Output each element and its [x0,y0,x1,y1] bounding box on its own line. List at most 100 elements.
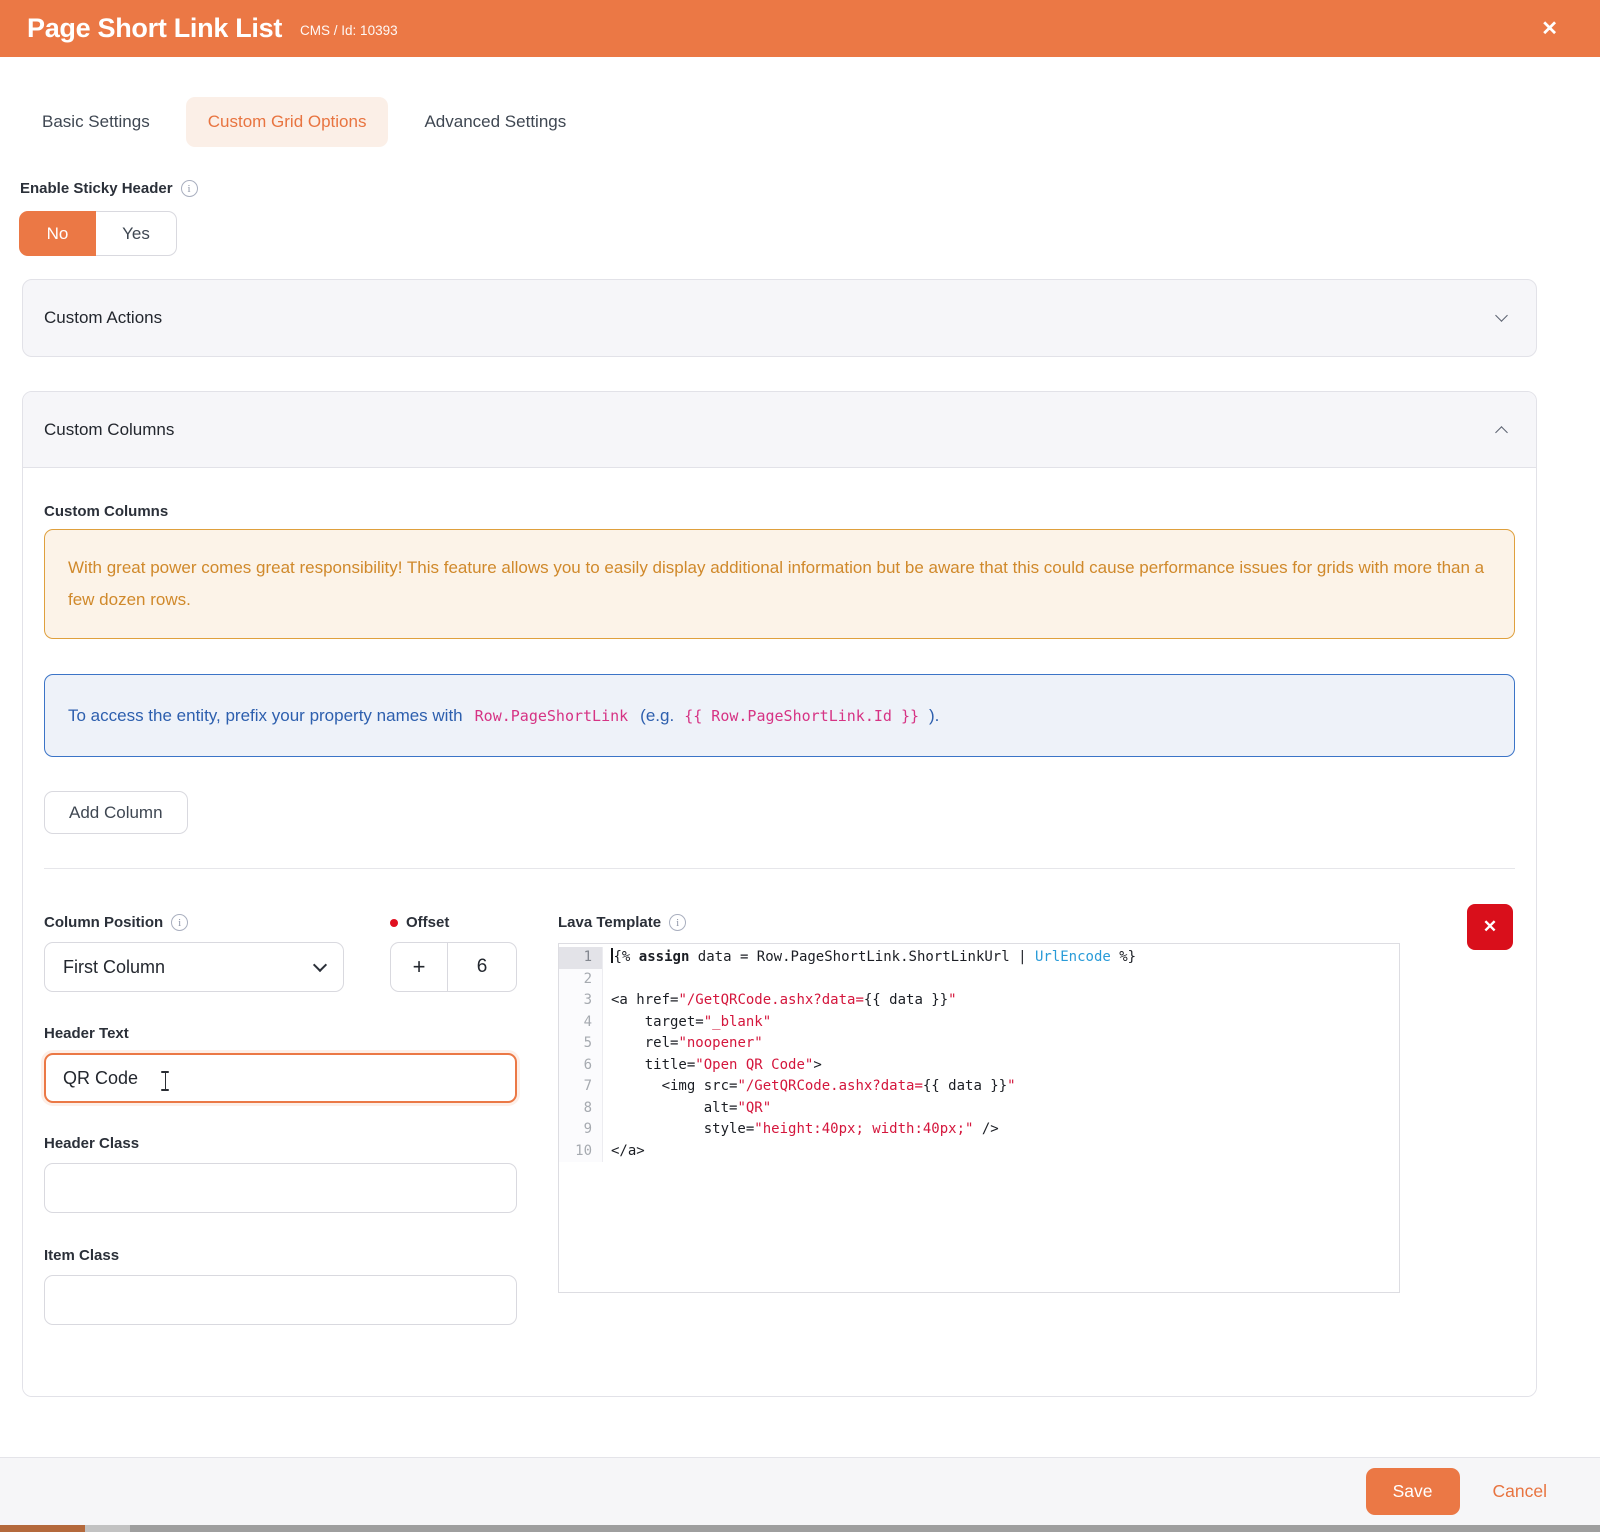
code-line[interactable]: 10</a> [559,1141,1399,1163]
line-number: 8 [559,1098,603,1120]
code-line[interactable]: 9 style="height:40px; width:40px;" /> [559,1119,1399,1141]
item-class-group: Item Class [44,1247,517,1325]
code-text: target="_blank" [603,1012,771,1034]
code-line[interactable]: 4 target="_blank" [559,1012,1399,1034]
line-number: 10 [559,1141,603,1163]
info-alert-prefix: To access the entity, prefix your proper… [68,706,463,726]
code-text: rel="noopener" [603,1033,763,1055]
line-number: 9 [559,1119,603,1141]
info-alert-middle: (e.g. [640,706,674,726]
custom-columns-section-label: Custom Columns [44,503,1515,520]
code-line[interactable]: 7 <img src="/GetQRCode.ashx?data={{ data… [559,1076,1399,1098]
chevron-down-icon [1495,309,1508,322]
header-class-input[interactable] [44,1163,517,1213]
cancel-button[interactable]: Cancel [1493,1481,1547,1502]
column-fields: Column Position First Column [44,914,517,1325]
custom-actions-panel-header[interactable]: Custom Actions [22,279,1537,357]
line-number: 7 [559,1076,603,1098]
delete-x-icon: ✕ [1483,917,1497,937]
enable-sticky-header-label-row: Enable Sticky Header [20,180,1600,197]
code-text: <a href="/GetQRCode.ashx?data={{ data }}… [603,990,957,1012]
header-text-label: Header Text [44,1025,129,1042]
toggle-option-yes[interactable]: Yes [96,211,177,256]
modal-header: Page Short Link List CMS / Id: 10393 ✕ [0,0,1600,57]
code-line[interactable]: 5 rel="noopener" [559,1033,1399,1055]
code-text [603,969,611,991]
info-icon[interactable] [181,180,198,197]
line-number: 4 [559,1012,603,1034]
add-column-button[interactable]: Add Column [44,791,188,834]
line-number: 6 [559,1055,603,1077]
header-text-group: Header Text QR Code [44,1025,517,1103]
custom-columns-panel-title: Custom Columns [44,420,174,440]
code-line[interactable]: 6 title="Open QR Code"> [559,1055,1399,1077]
column-position-value: First Column [63,957,165,978]
lava-template-group: Lava Template 1{% assign data = Row.Page… [558,914,1400,1325]
column-position-select[interactable]: First Column [44,942,344,992]
warning-alert: With great power comes great responsibil… [44,529,1515,639]
column-position-label: Column Position [44,914,163,931]
chevron-down-icon [313,957,327,971]
code-line[interactable]: 3<a href="/GetQRCode.ashx?data={{ data }… [559,990,1399,1012]
custom-column-editor-row: Column Position First Column [44,914,1515,1325]
line-number: 1 [559,947,603,969]
text-cursor-icon [160,1069,170,1093]
lava-template-label: Lava Template [558,914,661,931]
item-class-label: Item Class [44,1247,119,1264]
line-number: 3 [559,990,603,1012]
enable-sticky-header-label: Enable Sticky Header [20,180,173,197]
tab-basic-settings[interactable]: Basic Settings [20,97,172,147]
custom-columns-panel: Custom Columns Custom Columns With great… [22,391,1537,1397]
lava-code-editor[interactable]: 1{% assign data = Row.PageShortLink.Shor… [558,943,1400,1293]
required-indicator [390,919,398,927]
offset-label: Offset [406,914,449,931]
tab-bar: Basic Settings Custom Grid Options Advan… [0,57,1600,147]
close-icon[interactable]: ✕ [1541,19,1558,39]
info-icon[interactable] [171,914,188,931]
header-text-input[interactable]: QR Code [44,1053,517,1103]
modal: Page Short Link List CMS / Id: 10393 ✕ B… [0,0,1600,1532]
code-text: <img src="/GetQRCode.ashx?data={{ data }… [603,1076,1016,1098]
offset-value[interactable]: 6 [448,943,516,991]
header-text-value: QR Code [63,1068,138,1089]
modal-body: Basic Settings Custom Grid Options Advan… [0,57,1600,1457]
editor-caret-icon [611,948,613,963]
info-alert-suffix: ). [929,706,939,726]
toggle-option-no[interactable]: No [19,211,96,256]
lava-code-lines: 1{% assign data = Row.PageShortLink.Shor… [559,947,1399,1162]
tab-advanced-settings[interactable]: Advanced Settings [402,97,588,147]
code-text: style="height:40px; width:40px;" /> [603,1119,999,1141]
line-number: 5 [559,1033,603,1055]
save-button[interactable]: Save [1366,1468,1460,1515]
column-position-group: Column Position First Column [44,914,344,992]
header-class-group: Header Class [44,1135,517,1213]
page-subtitle: CMS / Id: 10393 [300,23,398,38]
divider [44,868,1515,869]
code-line[interactable]: 8 alt="QR" [559,1098,1399,1120]
line-number: 2 [559,969,603,991]
tab-custom-grid-options[interactable]: Custom Grid Options [186,97,389,147]
code-text: </a> [603,1141,645,1163]
offset-group: Offset + 6 [390,914,517,992]
custom-columns-panel-body: Custom Columns With great power comes gr… [23,468,1536,1396]
bottom-page-edge-accent [0,1525,85,1532]
offset-increment-button[interactable]: + [391,943,448,991]
bottom-page-edge-accent-light [85,1525,130,1532]
code-line[interactable]: 1{% assign data = Row.PageShortLink.Shor… [559,947,1399,969]
code-text: title="Open QR Code"> [603,1055,822,1077]
bottom-page-edge [0,1525,1600,1532]
info-alert: To access the entity, prefix your proper… [44,674,1515,757]
modal-footer: Save Cancel [0,1457,1600,1525]
info-alert-code-entity: Row.PageShortLink [475,707,629,725]
info-icon[interactable] [669,914,686,931]
item-class-input[interactable] [44,1275,517,1325]
delete-column-button[interactable]: ✕ [1467,904,1513,950]
code-line[interactable]: 2 [559,969,1399,991]
header-class-label: Header Class [44,1135,139,1152]
chevron-up-icon [1495,426,1508,439]
page-title: Page Short Link List [27,13,282,44]
offset-stepper: + 6 [390,942,517,992]
custom-columns-panel-header[interactable]: Custom Columns [23,392,1536,468]
code-text: {% assign data = Row.PageShortLink.Short… [603,947,1136,969]
sticky-header-toggle: No Yes [19,211,177,256]
